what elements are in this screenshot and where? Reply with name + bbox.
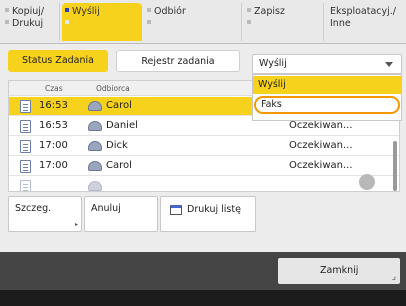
cancel-label: Anuluj xyxy=(91,203,121,214)
tab-save[interactable]: Zapisz xyxy=(244,3,324,41)
tab-label: Odbiór xyxy=(154,6,186,17)
tab-maintenance-other[interactable]: Eksploatacyj./ Inne xyxy=(326,3,404,41)
tab-indicator-icon xyxy=(147,20,151,24)
job-status-panel: Status Zadania Rejestr zadania Wyślij Cz… xyxy=(0,44,406,252)
tab-receive[interactable]: Odbiór xyxy=(144,3,242,41)
job-recipient: Daniel xyxy=(106,120,138,131)
job-time: 17:00 xyxy=(39,140,68,151)
job-type-value: Wyślij xyxy=(259,58,287,69)
table-row[interactable] xyxy=(9,177,399,191)
job-time: 16:53 xyxy=(39,100,68,111)
tab-label: Kopiuj/ Drukuj xyxy=(12,6,45,29)
option-send[interactable]: Wyślij xyxy=(253,76,401,94)
print-list-label: Drukuj listę xyxy=(187,204,241,215)
bottom-bar: Zamknij ⌟ xyxy=(0,252,406,290)
document-icon xyxy=(20,120,31,133)
table-row[interactable]: 17:00 Carol Oczekiwan... xyxy=(9,157,399,176)
tab-indicator-icon xyxy=(65,8,69,12)
job-recipient: Dick xyxy=(106,140,128,151)
close-label: Zamknij xyxy=(320,265,359,276)
tab-job-log[interactable]: Rejestr zadania xyxy=(116,50,240,72)
print-icon xyxy=(170,205,182,215)
job-type-select[interactable]: Wyślij xyxy=(252,54,402,74)
cancel-button[interactable]: Anuluj xyxy=(84,196,158,232)
tab-label: Wyślij xyxy=(72,6,100,17)
document-icon xyxy=(20,180,31,191)
job-time: 16:53 xyxy=(39,120,68,131)
recipient-icon xyxy=(88,141,102,151)
tab-send[interactable]: Wyślij xyxy=(62,3,142,41)
table-scrollbar[interactable] xyxy=(393,141,397,191)
print-list-button[interactable]: Drukuj listę xyxy=(160,196,256,232)
job-status: Oczekiwan... xyxy=(289,160,353,171)
tab-job-status[interactable]: Status Zadania xyxy=(8,50,108,72)
recipient-icon xyxy=(88,121,102,131)
column-header-recipient: Odbiorca xyxy=(96,84,130,93)
column-header-time: Czas xyxy=(45,84,63,93)
tab-indicator-icon xyxy=(5,20,9,24)
corner-arrow-icon: ▸ xyxy=(74,221,78,228)
footer-bar xyxy=(0,290,406,306)
job-status: Oczekiwan... xyxy=(289,120,353,131)
chevron-down-icon xyxy=(385,62,393,67)
tab-indicator-icon xyxy=(5,8,9,12)
job-status: Oczekiwan... xyxy=(289,140,353,151)
job-recipient: Carol xyxy=(106,100,132,111)
details-button[interactable]: Szczeg. ▸ xyxy=(8,196,82,232)
table-row[interactable]: 17:00 Dick Oczekiwan... xyxy=(9,137,399,156)
recipient-icon xyxy=(88,161,102,171)
corner-return-icon: ⌟ xyxy=(391,272,396,282)
job-recipient: Carol xyxy=(106,160,132,171)
details-label: Szczeg. xyxy=(15,203,52,214)
document-icon xyxy=(20,100,31,113)
tab-indicator-icon xyxy=(65,20,69,24)
scroll-down-icon[interactable] xyxy=(359,174,375,190)
tab-label: Eksploatacyj./ Inne xyxy=(330,6,397,29)
tab-indicator-icon xyxy=(247,20,251,24)
job-time: 17:00 xyxy=(39,160,68,171)
tab-indicator-icon xyxy=(247,8,251,12)
job-type-options: Wyślij Faks xyxy=(252,74,402,121)
tab-indicator-icon xyxy=(147,8,151,12)
recipient-icon xyxy=(88,101,102,111)
recipient-icon xyxy=(88,181,102,191)
document-icon xyxy=(20,140,31,153)
tab-copy-print[interactable]: Kopiuj/ Drukuj xyxy=(2,3,60,41)
top-tab-bar: Kopiuj/ Drukuj Wyślij Odbiór Zapisz Eksp… xyxy=(0,0,406,44)
tab-label: Zapisz xyxy=(254,6,285,17)
document-icon xyxy=(20,160,31,173)
option-fax[interactable]: Faks xyxy=(254,96,400,114)
close-button[interactable]: Zamknij ⌟ xyxy=(278,258,400,284)
